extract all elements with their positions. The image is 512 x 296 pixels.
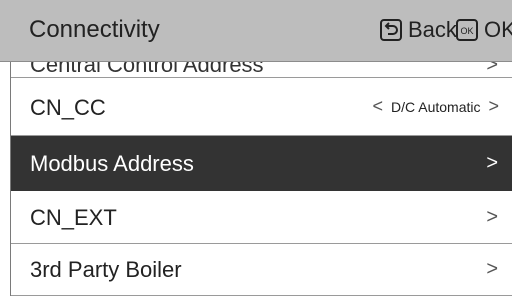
svg-text:OK: OK: [460, 26, 473, 36]
chevron-right-icon: >: [486, 258, 498, 280]
ok-icon: OK: [456, 19, 478, 41]
back-icon: [380, 19, 402, 41]
list-item-modbus-address[interactable]: Modbus Address >: [11, 136, 512, 191]
list-item-cn-ext[interactable]: CN_EXT >: [11, 191, 512, 244]
selector-value: D/C Automatic: [391, 98, 481, 115]
list-item-label: 3rd Party Boiler: [30, 257, 182, 282]
ok-button[interactable]: OK OK: [456, 17, 512, 43]
chevron-right-icon: >: [486, 206, 498, 228]
page-title: Connectivity: [29, 16, 160, 43]
chevron-right-icon: >: [486, 62, 498, 76]
settings-list: Central Control Address > CN_CC < D/C Au…: [10, 62, 512, 296]
chevron-right-icon[interactable]: >: [488, 96, 499, 117]
value-selector[interactable]: < D/C Automatic >: [372, 96, 499, 117]
list-item-cn-cc[interactable]: CN_CC < D/C Automatic >: [11, 78, 512, 136]
chevron-left-icon[interactable]: <: [372, 96, 383, 117]
list-item-label: CN_EXT: [30, 205, 117, 230]
list-item-label: Modbus Address: [30, 151, 194, 176]
list-item-3rd-party-boiler[interactable]: 3rd Party Boiler >: [11, 244, 512, 296]
back-button[interactable]: Back: [380, 17, 457, 43]
back-label: Back: [408, 17, 457, 42]
header-bar: Connectivity Back OK OK: [0, 0, 512, 62]
ok-label: OK: [484, 17, 512, 42]
list-item-label: Central Control Address: [30, 62, 264, 77]
list-item-label: CN_CC: [30, 95, 106, 120]
chevron-right-icon: >: [486, 152, 498, 174]
list-item-central-control-address[interactable]: Central Control Address >: [11, 62, 512, 78]
